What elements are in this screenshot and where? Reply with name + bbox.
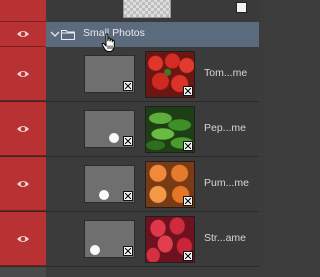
layer-thumbnail-pepper[interactable] (145, 106, 195, 153)
eye-icon (17, 180, 29, 187)
link-badge-icon (236, 2, 247, 13)
layer-name[interactable]: Tom...me (204, 67, 247, 79)
smart-object-badge-icon (183, 86, 193, 96)
link-badge-icon (123, 191, 133, 201)
chevron-down-icon[interactable] (50, 29, 60, 39)
layer-group-row[interactable]: Small Photos (0, 22, 259, 47)
layer-row-partial[interactable] (46, 0, 259, 22)
layer-thumbnail-pumpkin[interactable] (145, 161, 195, 208)
layer-mask-thumbnail[interactable] (84, 165, 135, 203)
layer-mask-thumbnail[interactable] (84, 110, 135, 148)
eye-icon (17, 31, 29, 37)
layer-name[interactable]: Str...ame (204, 232, 246, 244)
layer-name[interactable]: Pep...me (204, 122, 246, 134)
mask-shape (109, 133, 119, 143)
layer-row[interactable]: Tom...me (0, 47, 259, 102)
smart-object-badge-icon (183, 196, 193, 206)
layer-row[interactable]: Str...ame (0, 212, 259, 267)
link-badge-icon (123, 81, 133, 91)
eye-icon (17, 125, 29, 132)
layer-thumbnail-strawberry[interactable] (145, 216, 195, 263)
hand-pointer-icon (101, 33, 115, 52)
layer-name[interactable]: Pum...me (204, 177, 249, 189)
visibility-toggle[interactable] (0, 47, 46, 101)
smart-object-badge-icon (183, 251, 193, 261)
eye-icon (17, 70, 29, 77)
layer-thumbnail-tomato[interactable] (145, 51, 195, 98)
mask-shape (99, 190, 109, 200)
layer-thumbnail (123, 0, 247, 18)
eye-icon (17, 235, 29, 242)
folder-icon (61, 30, 75, 40)
visibility-toggle[interactable] (0, 157, 46, 211)
link-badge-icon (123, 136, 133, 146)
layer-mask-thumbnail[interactable] (84, 55, 135, 93)
visibility-toggle[interactable] (0, 22, 46, 47)
link-badge-icon (123, 246, 133, 256)
visibility-toggle[interactable] (0, 212, 46, 266)
layer-row[interactable]: Pum...me (0, 157, 259, 212)
layer-mask-thumbnail[interactable] (84, 220, 135, 258)
layer-row[interactable]: Pep...me (0, 102, 259, 157)
visibility-toggle[interactable] (0, 102, 46, 156)
visibility-toggle-partial[interactable] (0, 0, 46, 22)
mask-shape (90, 245, 100, 255)
smart-object-badge-icon (183, 141, 193, 151)
